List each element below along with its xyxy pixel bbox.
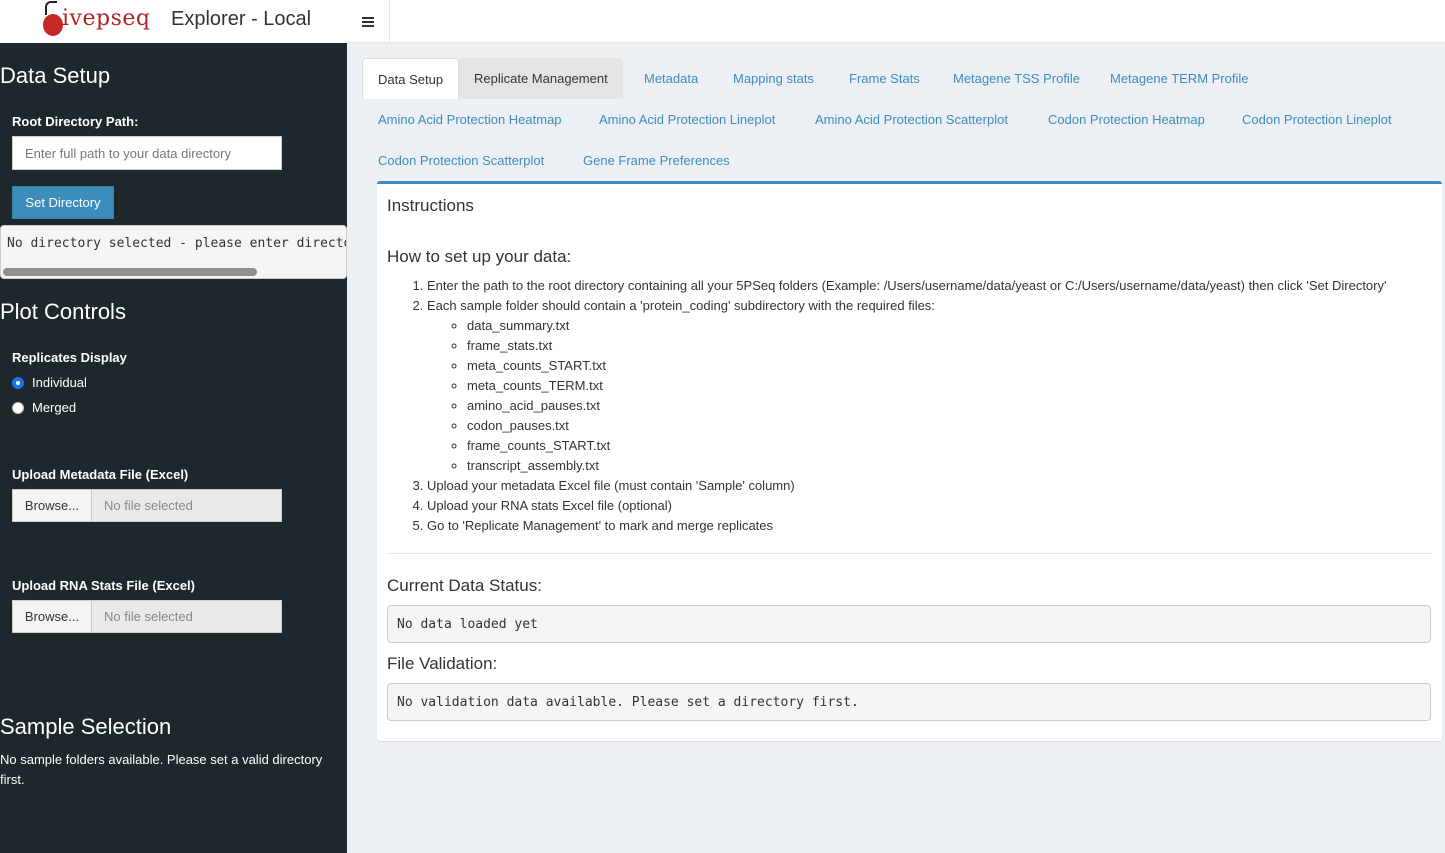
tab-metagene-tss[interactable]: Metagene TSS Profile — [938, 58, 1095, 99]
sample-selection-heading: Sample Selection — [0, 714, 172, 739]
tab-gene-frame-preferences[interactable]: Gene Frame Preferences — [568, 140, 745, 181]
rna-stats-upload-label: Upload RNA Stats File (Excel) — [12, 578, 195, 593]
tab-mapping-stats[interactable]: Mapping stats — [718, 58, 829, 99]
top-header: ivepseq Explorer - Local — [0, 0, 1445, 43]
main-content: Data Setup Replicate Management Metadata… — [347, 43, 1445, 853]
directory-status-text: No directory selected - please enter dir… — [7, 236, 346, 251]
directory-status-box: No directory selected - please enter dir… — [0, 225, 347, 279]
step-item: Each sample folder should contain a 'pro… — [427, 296, 1427, 476]
logo-mark-icon — [43, 14, 63, 36]
root-directory-label: Root Directory Path: — [12, 114, 139, 129]
tab-replicate-management[interactable]: Replicate Management — [459, 58, 623, 99]
radio-individual-label: Individual — [32, 375, 87, 390]
file-item: data_summary.txt — [467, 316, 1427, 336]
setup-steps: Enter the path to the root directory con… — [387, 276, 1427, 536]
required-files-list: data_summary.txt frame_stats.txt meta_co… — [427, 316, 1427, 476]
tab-codon-lineplot[interactable]: Codon Protection Lineplot — [1227, 99, 1407, 140]
root-directory-input[interactable] — [12, 136, 282, 170]
data-setup-heading: Data Setup — [0, 63, 111, 88]
tab-frame-stats[interactable]: Frame Stats — [834, 58, 935, 99]
directory-status-scrollbar[interactable] — [1, 268, 346, 276]
divider — [387, 553, 1431, 554]
hamburger-icon — [362, 16, 374, 27]
file-item: meta_counts_TERM.txt — [467, 376, 1427, 396]
rna-stats-browse-button[interactable]: Browse... — [12, 600, 92, 633]
logo-area: ivepseq Explorer - Local — [0, 0, 347, 43]
file-item: frame_stats.txt — [467, 336, 1427, 356]
tab-codon-heatmap[interactable]: Codon Protection Heatmap — [1033, 99, 1220, 140]
tab-aa-scatterplot[interactable]: Amino Acid Protection Scatterplot — [800, 99, 1023, 140]
app-title: Explorer - Local — [171, 8, 312, 30]
metadata-upload-label: Upload Metadata File (Excel) — [12, 467, 189, 482]
metadata-file-name: No file selected — [92, 489, 282, 522]
step-item: Upload your metadata Excel file (must co… — [427, 476, 1427, 496]
data-status-heading: Current Data Status: — [387, 576, 542, 595]
tab-aa-heatmap[interactable]: Amino Acid Protection Heatmap — [363, 99, 577, 140]
metadata-file-input[interactable]: Browse... No file selected — [12, 489, 282, 522]
step-text: Each sample folder should contain a 'pro… — [427, 298, 935, 313]
replicates-display-label: Replicates Display — [12, 350, 127, 365]
file-validation-box: No validation data available. Please set… — [387, 683, 1431, 721]
radio-checked-icon[interactable] — [12, 376, 24, 389]
instructions-title: Instructions — [387, 196, 474, 215]
rna-stats-file-name: No file selected — [92, 600, 282, 633]
metadata-browse-button[interactable]: Browse... — [12, 489, 92, 522]
tab-metadata[interactable]: Metadata — [629, 58, 713, 99]
sidebar-toggle-button[interactable] — [347, 0, 390, 43]
sidebar: Data Setup Root Directory Path: Set Dire… — [0, 43, 347, 853]
logo-antenna-icon — [45, 1, 57, 15]
radio-unchecked-icon[interactable] — [12, 401, 24, 414]
tab-metagene-term[interactable]: Metagene TERM Profile — [1095, 58, 1264, 99]
setup-subtitle: How to set up your data: — [387, 247, 572, 266]
file-item: frame_counts_START.txt — [467, 436, 1427, 456]
radio-individual[interactable]: Individual — [12, 375, 87, 390]
radio-merged-label: Merged — [32, 400, 77, 415]
file-item: codon_pauses.txt — [467, 416, 1427, 436]
rna-stats-file-input[interactable]: Browse... No file selected — [12, 600, 282, 633]
data-status-box: No data loaded yet — [387, 605, 1431, 643]
tab-data-setup[interactable]: Data Setup — [362, 58, 460, 99]
set-directory-button[interactable]: Set Directory — [12, 186, 114, 219]
tab-aa-lineplot[interactable]: Amino Acid Protection Lineplot — [584, 99, 790, 140]
plot-controls-heading: Plot Controls — [0, 299, 126, 324]
step-item: Upload your RNA stats Excel file (option… — [427, 496, 1427, 516]
instructions-panel: Instructions How to set up your data: En… — [377, 181, 1442, 741]
logo-text: ivepseq — [62, 6, 151, 31]
file-item: amino_acid_pauses.txt — [467, 396, 1427, 416]
file-validation-heading: File Validation: — [387, 654, 498, 673]
sample-selection-note: No sample folders available. Please set … — [0, 752, 323, 787]
file-item: meta_counts_START.txt — [467, 356, 1427, 376]
scrollbar-thumb[interactable] — [3, 268, 257, 276]
radio-merged[interactable]: Merged — [12, 400, 76, 415]
step-item: Enter the path to the root directory con… — [427, 276, 1427, 296]
tab-codon-scatterplot[interactable]: Codon Protection Scatterplot — [363, 140, 559, 181]
step-item: Go to 'Replicate Management' to mark and… — [427, 516, 1427, 536]
file-item: transcript_assembly.txt — [467, 456, 1427, 476]
